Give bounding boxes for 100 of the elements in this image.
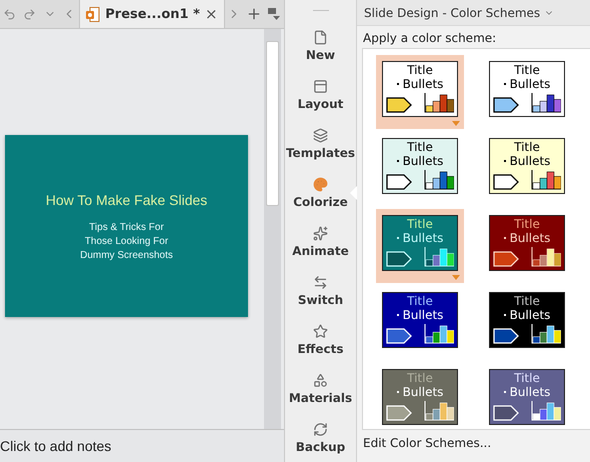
scheme-title-text: Title [407, 371, 433, 385]
scheme-cell[interactable]: Title Bullets [483, 286, 571, 360]
panel-title: Slide Design - Color Schemes [364, 6, 540, 20]
scheme-title-text: Title [514, 294, 540, 308]
sidebar-label: Animate [292, 244, 349, 258]
scheme-bullets-text: Bullets [510, 154, 550, 168]
bar-chart-icon [531, 170, 561, 190]
sidebar-label: Colorize [293, 194, 348, 208]
sidebar-item[interactable]: Backup [285, 413, 356, 462]
dropdown-arrow-icon[interactable] [452, 121, 460, 126]
color-scheme-thumbnail[interactable]: Title Bullets [382, 61, 458, 117]
color-scheme-thumbnail[interactable]: Title Bullets [489, 292, 565, 348]
effects-icon [313, 324, 328, 338]
colorize-icon [313, 176, 328, 192]
bar-chart-icon [424, 324, 454, 344]
scheme-bullets-text: Bullets [510, 231, 550, 245]
sidebar-item[interactable]: Materials [285, 364, 356, 413]
scheme-bullets-text: Bullets [402, 385, 444, 399]
sidebar-label: Templates [286, 146, 356, 160]
scheme-bullets-text: Bullets [402, 77, 444, 91]
sidebar-label: Materials [288, 390, 352, 404]
scheme-cell[interactable]: Title Bullets [376, 132, 464, 206]
slide-subtitle-line: Dummy Screenshots [80, 250, 173, 260]
scheme-cell[interactable]: Title Bullets [483, 209, 571, 283]
color-scheme-thumbnail[interactable]: Title Bullets [382, 215, 458, 271]
scheme-bullets-text: Bullets [510, 385, 550, 399]
scheme-bullets-text: Bullets [402, 231, 444, 245]
sidebar-item[interactable]: Switch [285, 266, 356, 315]
slide-title: How To Make Fake Slides [46, 192, 208, 208]
scheme-cell[interactable]: Title Bullets [376, 286, 464, 360]
bar-chart-icon [424, 401, 454, 421]
arrow-shape-icon [386, 405, 412, 421]
arrow-shape-icon [386, 328, 412, 344]
scheme-title-text: Title [514, 371, 540, 385]
sidebar-item[interactable]: New [285, 21, 356, 70]
presentation-icon [86, 6, 100, 22]
scheme-bullets-text: Bullets [402, 154, 444, 168]
scheme-title-text: Title [407, 217, 433, 231]
scheme-title-text: Title [514, 63, 540, 77]
grip-handle[interactable] [312, 10, 328, 13]
vertical-scrollbar[interactable] [264, 29, 281, 429]
arrow-shape-icon [386, 97, 412, 113]
slide-subtitle-line: Those Looking For [84, 236, 168, 246]
scheme-cell[interactable]: Title Bullets [483, 55, 571, 129]
sidebar-label: Layout [298, 96, 344, 110]
bar-chart-icon [531, 401, 561, 421]
sidebar-label: Effects [297, 342, 344, 356]
bar-chart-icon [531, 324, 561, 344]
arrow-shape-icon [493, 405, 519, 421]
scheme-bullets-text: Bullets [510, 308, 550, 322]
arrow-shape-icon [493, 97, 519, 113]
backup-icon [313, 422, 328, 436]
arrow-shape-icon [493, 251, 519, 267]
sidebar-item[interactable]: Templates [285, 119, 356, 168]
sidebar-item[interactable]: Layout [285, 70, 356, 119]
scheme-title-text: Title [407, 140, 433, 154]
selected-scheme-highlight[interactable]: Title Bullets [376, 55, 464, 129]
document-tab[interactable]: Prese...on1 * × [79, 0, 225, 28]
sidebar-item[interactable]: Effects [285, 315, 356, 364]
scheme-bullets-text: Bullets [510, 77, 550, 91]
scheme-title-text: Title [407, 294, 433, 308]
bar-chart-icon [424, 247, 454, 267]
scheme-title-text: Title [407, 63, 433, 77]
sidebar-label: Switch [298, 292, 344, 306]
scheme-bullets-text: Bullets [402, 308, 444, 322]
slide[interactable]: How To Make Fake Slides Tips & Tricks For Those Looking For Dummy Screenshots [5, 135, 248, 317]
section-heading: Apply a color scheme: [362, 30, 498, 47]
bar-chart-icon [424, 170, 454, 190]
color-scheme-thumbnail[interactable]: Title Bullets [382, 292, 458, 348]
templates-icon [313, 128, 328, 142]
scheme-cell[interactable]: Title Bullets [483, 132, 571, 206]
sidebar-label: New [306, 48, 336, 62]
new-icon [313, 30, 328, 44]
arrow-shape-icon [386, 251, 412, 267]
bar-chart-icon [531, 247, 561, 267]
sidebar-item[interactable]: Animate [285, 217, 356, 266]
panel-header[interactable]: Slide Design - Color Schemes [357, 0, 590, 26]
arrow-shape-icon [386, 174, 412, 190]
scroll-thumb[interactable] [266, 41, 279, 206]
slide-subtitle-line: Tips & Tricks For [89, 222, 164, 232]
materials-icon [313, 372, 328, 388]
color-scheme-thumbnail[interactable]: Title Bullets [489, 369, 565, 425]
color-scheme-thumbnail[interactable]: Title Bullets [382, 369, 458, 425]
color-scheme-thumbnail[interactable]: Title Bullets [489, 61, 565, 117]
close-icon[interactable]: × [204, 5, 218, 23]
selected-scheme-highlight[interactable]: Title Bullets [376, 209, 464, 283]
arrow-shape-icon [493, 174, 519, 190]
animate-icon [313, 226, 328, 240]
color-scheme-thumbnail[interactable]: Title Bullets [382, 138, 458, 194]
arrow-shape-icon [493, 328, 519, 344]
scheme-title-text: Title [514, 217, 540, 231]
color-scheme-thumbnail[interactable]: Title Bullets [489, 215, 565, 271]
layout-icon [313, 78, 328, 94]
dropdown-arrow-icon[interactable] [452, 275, 460, 280]
sidebar-label: Backup [296, 440, 346, 454]
color-scheme-thumbnail[interactable]: Title Bullets [489, 138, 565, 194]
notes-placeholder: Click to add notes [0, 438, 112, 454]
switch-icon [313, 274, 328, 290]
bar-chart-icon [531, 93, 561, 113]
bar-chart-icon [424, 93, 454, 113]
